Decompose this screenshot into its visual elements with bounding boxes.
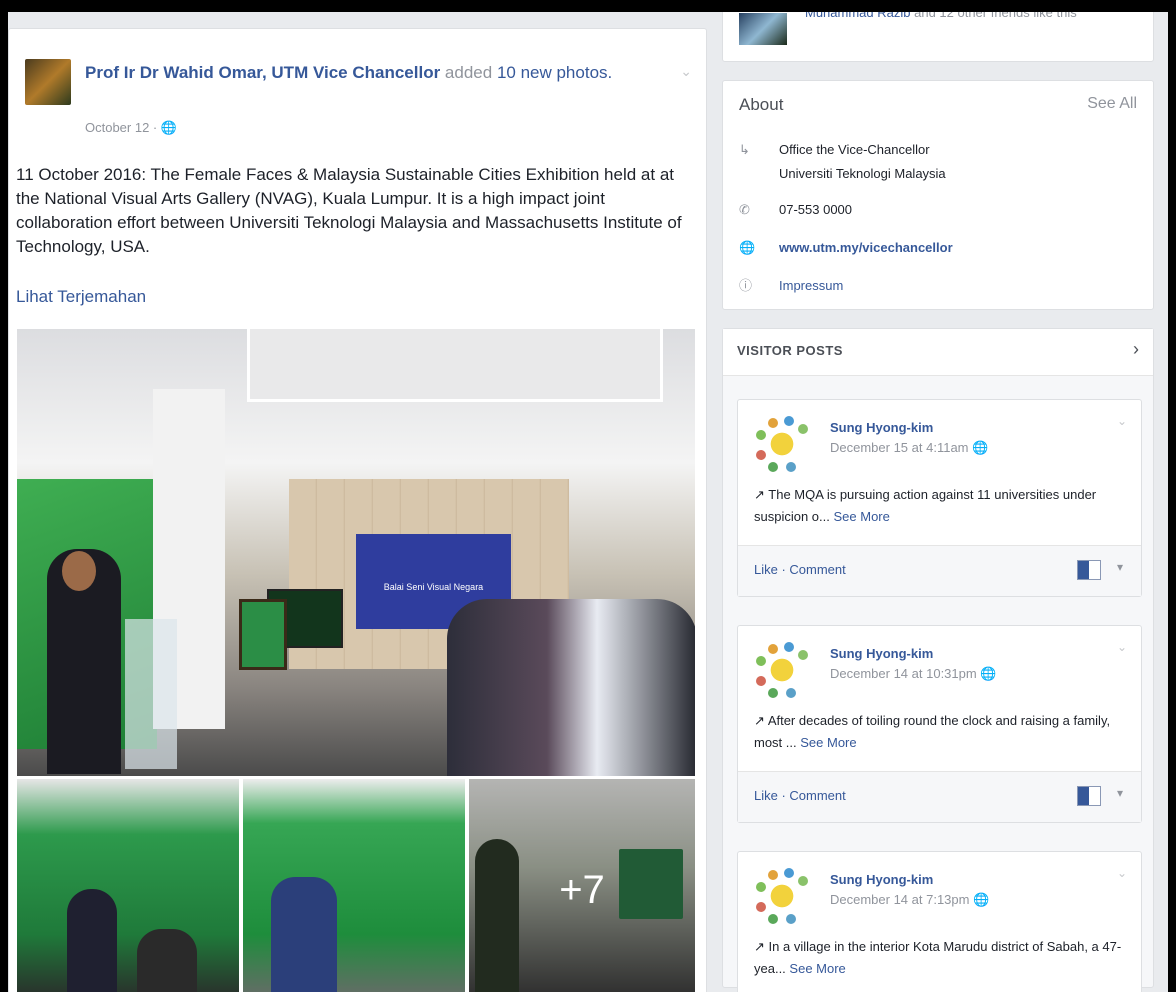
thumb-figure <box>137 929 197 992</box>
photo-thumb-3[interactable]: +7 <box>469 779 695 992</box>
visitor-post-date[interactable]: December 15 at 4:11am 🌐 <box>830 440 988 456</box>
visitor-post-date-text: December 14 at 7:13pm <box>830 892 970 907</box>
shared-link-icon: ↗ <box>754 713 765 728</box>
photo-thumb-2[interactable] <box>243 779 465 992</box>
flag-icon[interactable] <box>1077 560 1101 580</box>
flag-icon[interactable] <box>1077 786 1101 806</box>
friends-thumbnail[interactable] <box>739 13 787 45</box>
visitor-post: Sung Hyong-kim December 14 at 10:31pm 🌐 … <box>737 625 1142 823</box>
visitor-avatar[interactable] <box>754 416 810 472</box>
caret-down-icon[interactable]: ▾ <box>1117 786 1123 800</box>
about-phone: 07-553 0000 <box>779 202 853 217</box>
about-card: About See All ↳ Office the Vice-Chancell… <box>722 80 1154 310</box>
visitor-posts-title: VISITOR POSTS <box>737 343 843 358</box>
visitor-post-body: Sung Hyong-kim December 14 at 7:13pm 🌐 ⌄… <box>738 852 1141 992</box>
photo-easel <box>239 599 287 670</box>
info-icon: ⓘ <box>739 278 753 293</box>
visitor-post-snippet: The MQA is pursuing action against 11 un… <box>754 487 1097 524</box>
about-website-link[interactable]: www.utm.my/vicechancellor <box>779 237 953 259</box>
about-office-line1: Office the Vice-Chancellor <box>779 142 930 157</box>
shared-link-icon: ↗ <box>754 939 765 954</box>
shared-link-icon: ↗ <box>754 487 765 502</box>
about-title: About <box>739 95 784 114</box>
about-impressum-row: ⓘ Impressum <box>739 275 843 297</box>
globe-icon: 🌐 <box>739 240 756 255</box>
photo-screen-caption: Balai Seni Visual Negara <box>383 582 484 592</box>
friends-like-card: Muhammad Razib and 12 other friends like… <box>722 12 1154 62</box>
about-office-line2: Universiti Teknologi Malaysia <box>779 166 946 181</box>
photo-audience <box>447 599 695 776</box>
photo-ceiling <box>247 329 663 402</box>
feed-post: Prof Ir Dr Wahid Omar, UTM Vice Chancell… <box>8 28 707 992</box>
about-office-row-2: Universiti Teknologi Malaysia <box>739 163 946 185</box>
globe-icon: 🌐 <box>973 892 990 907</box>
post-timestamp[interactable]: October 12 · 🌐 <box>85 120 177 136</box>
arrow-share-icon: ↳ <box>739 142 750 157</box>
see-more-link[interactable]: See More <box>834 509 890 524</box>
visitor-post-date[interactable]: December 14 at 10:31pm 🌐 <box>830 666 997 682</box>
visitor-name-link[interactable]: Sung Hyong-kim <box>830 646 933 661</box>
photo-podium <box>125 619 177 769</box>
visitor-post-text: ↗ The MQA is pursuing action against 11 … <box>754 484 1134 528</box>
visitor-name-link[interactable]: Sung Hyong-kim <box>830 872 933 887</box>
visitor-avatar[interactable] <box>754 868 810 924</box>
visitor-post-text: ↗ In a village in the interior Kota Maru… <box>754 936 1134 980</box>
about-impressum-link[interactable]: Impressum <box>779 275 843 297</box>
see-all-link[interactable]: See All <box>1087 95 1137 113</box>
chevron-down-icon[interactable]: ⌄ <box>680 63 692 80</box>
about-website-row: 🌐 www.utm.my/vicechancellor <box>739 237 953 259</box>
globe-icon: 🌐 <box>160 120 178 135</box>
visitor-post-date-text: December 14 at 10:31pm <box>830 666 977 681</box>
post-photos-link[interactable]: 10 new photos. <box>497 63 612 82</box>
chevron-down-icon[interactable]: ⌄ <box>1117 866 1127 880</box>
see-translation-link[interactable]: Lihat Terjemahan <box>16 287 146 307</box>
post-action-text: added <box>440 63 497 82</box>
post-header: Prof Ir Dr Wahid Omar, UTM Vice Chancell… <box>85 61 665 85</box>
see-more-link[interactable]: See More <box>789 961 845 976</box>
thumb-figure <box>271 877 337 992</box>
about-office-row: ↳ Office the Vice-Chancellor <box>739 139 930 161</box>
see-more-link[interactable]: See More <box>800 735 856 750</box>
visitor-post-date-text: December 15 at 4:11am <box>830 440 969 455</box>
friends-suffix: and 12 other friends like this <box>910 12 1077 20</box>
post-body-text: 11 October 2016: The Female Faces & Mala… <box>16 165 682 256</box>
visitor-post-body: Sung Hyong-kim December 14 at 10:31pm 🌐 … <box>738 626 1141 771</box>
author-avatar[interactable] <box>25 59 71 105</box>
visitor-post: Sung Hyong-kim December 15 at 4:11am 🌐 ⌄… <box>737 399 1142 597</box>
caret-down-icon[interactable]: ▾ <box>1117 560 1123 574</box>
visitor-post-date[interactable]: December 14 at 7:13pm 🌐 <box>830 892 989 908</box>
more-photos-overlay[interactable]: +7 <box>469 779 695 992</box>
visitor-post-footer: Like · Comment ▾ <box>738 545 1141 596</box>
chevron-down-icon[interactable]: ⌄ <box>1117 640 1127 654</box>
post-author-link[interactable]: Prof Ir Dr Wahid Omar, UTM Vice Chancell… <box>85 63 440 82</box>
photo-speaker-head <box>62 551 96 591</box>
visitor-posts-card: VISITOR POSTS › Sung Hyong-kim December … <box>722 328 1154 992</box>
visitor-post-text: ↗ After decades of toiling round the clo… <box>754 710 1134 754</box>
visitor-name-link[interactable]: Sung Hyong-kim <box>830 420 933 435</box>
photo-thumb-1[interactable] <box>17 779 239 992</box>
friend-name-link[interactable]: Muhammad Razib <box>805 12 911 20</box>
visitor-posts-header[interactable]: VISITOR POSTS › <box>723 329 1153 376</box>
about-phone-row: ✆ 07-553 0000 <box>739 199 852 221</box>
main-photo[interactable]: Balai Seni Visual Negara <box>17 329 695 776</box>
phone-icon: ✆ <box>739 202 750 217</box>
like-comment-links[interactable]: Like · Comment <box>754 788 846 803</box>
page-frame: Prof Ir Dr Wahid Omar, UTM Vice Chancell… <box>8 12 1168 992</box>
visitor-post-footer: Like · Comment ▾ <box>738 771 1141 822</box>
visitor-avatar[interactable] <box>754 642 810 698</box>
visitor-post: Sung Hyong-kim December 14 at 7:13pm 🌐 ⌄… <box>737 851 1142 992</box>
globe-icon: 🌐 <box>980 666 997 681</box>
photo-thumbnails: +7 <box>17 779 695 992</box>
globe-icon: 🌐 <box>972 440 989 455</box>
like-comment-links[interactable]: Like · Comment <box>754 562 846 577</box>
chevron-down-icon[interactable]: ⌄ <box>1117 414 1127 428</box>
chevron-right-icon[interactable]: › <box>1133 339 1139 360</box>
friends-like-text: Muhammad Razib and 12 other friends like… <box>805 12 1077 20</box>
thumb-figure <box>67 889 117 992</box>
post-date-text: October 12 · <box>85 120 161 135</box>
visitor-post-body: Sung Hyong-kim December 15 at 4:11am 🌐 ⌄… <box>738 400 1141 545</box>
